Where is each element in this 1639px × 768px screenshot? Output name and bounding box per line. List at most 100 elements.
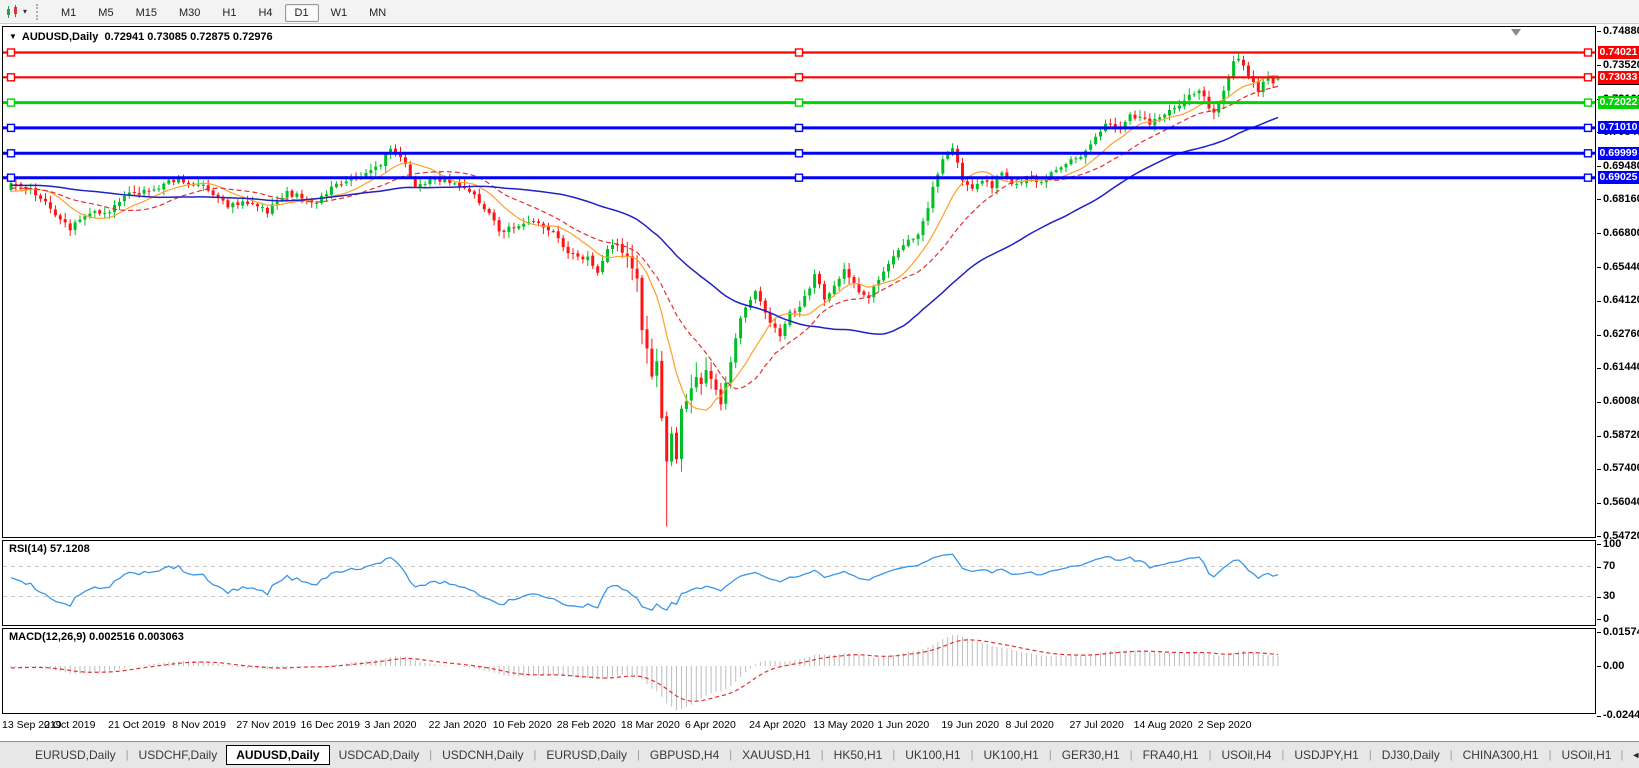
date-label: 27 Jul 2020 (1070, 719, 1124, 731)
candles (10, 52, 1280, 527)
date-label: 3 Jan 2020 (365, 719, 417, 731)
chart-tab-ger30-h1[interactable]: GER30,H1 (1053, 745, 1129, 765)
axis-tick (1597, 267, 1601, 268)
price-tick-label: 0.73520 (1603, 59, 1639, 72)
axis-tick (1597, 597, 1601, 598)
chart-tab-audusd-daily[interactable]: AUDUSD,Daily (226, 745, 329, 765)
horizontal-line[interactable] (3, 124, 1595, 131)
axis-tick (1597, 632, 1601, 633)
axis-tick (1597, 503, 1601, 504)
price-tick-label: 70 (1603, 560, 1615, 573)
date-label: 2 Oct 2019 (44, 719, 95, 731)
price-tick-label: 0.66800 (1603, 227, 1639, 240)
date-label: 16 Dec 2019 (300, 719, 360, 731)
top-toolbar: ▾ M1M5M15M30H1H4D1W1MN (0, 0, 1639, 24)
axis-tick (1597, 716, 1601, 717)
axis-tick (1597, 469, 1601, 470)
chart-ohlc-values: 0.72941 0.73085 0.72875 0.72976 (104, 31, 272, 43)
main-chart-panel (2, 26, 1596, 538)
tab-scroll-arrows: | ◄ ► (1620, 749, 1639, 761)
chart-tab-eurusd-daily[interactable]: EURUSD,Daily (537, 745, 636, 765)
date-label: 21 Oct 2019 (108, 719, 165, 731)
date-label: 6 Apr 2020 (685, 719, 736, 731)
date-label: 2 Sep 2020 (1198, 719, 1252, 731)
chart-title: ▼AUDUSD,Daily 0.72941 0.73085 0.72875 0.… (9, 31, 273, 43)
price-tick-label: 0.68160 (1603, 193, 1639, 206)
timeframe-button-m30[interactable]: M30 (169, 4, 210, 22)
date-label: 18 Mar 2020 (621, 719, 680, 731)
chart-tab-xauusd-h1[interactable]: XAUUSD,H1 (733, 745, 820, 765)
chart-tab-usdchf-daily[interactable]: USDCHF,Daily (130, 745, 227, 765)
chart-tab-dj30-daily[interactable]: DJ30,Daily (1373, 745, 1449, 765)
date-label: 19 Jun 2020 (941, 719, 999, 731)
date-label: 27 Nov 2019 (236, 719, 296, 731)
price-tick-label: 0 (1603, 613, 1609, 626)
chart-tool-button[interactable]: ▾ (2, 4, 30, 20)
hline-price-label[interactable]: 0.72022 (1598, 96, 1639, 109)
date-label: 8 Nov 2019 (172, 719, 226, 731)
chart-tab-gbpusd-h4[interactable]: GBPUSD,H4 (641, 745, 728, 765)
hline-price-label[interactable]: 0.69999 (1598, 147, 1639, 160)
rsi-panel (2, 540, 1596, 626)
horizontal-line[interactable] (3, 174, 1595, 181)
collapse-arrow-icon[interactable]: ▼ (9, 32, 17, 41)
macd-canvas[interactable] (3, 629, 1595, 713)
tab-separator: | (821, 749, 824, 761)
timeframe-button-d1[interactable]: D1 (285, 4, 319, 22)
timeframe-button-m5[interactable]: M5 (88, 4, 123, 22)
price-tick-label: 0.74880 (1603, 25, 1639, 38)
main-chart-canvas[interactable] (3, 27, 1595, 537)
hline-price-label[interactable]: 0.74021 (1598, 46, 1639, 59)
axis-tick (1597, 233, 1601, 234)
macd-panel (2, 628, 1596, 714)
chart-tab-usoil-h4[interactable]: USOil,H4 (1212, 745, 1280, 765)
timeframe-button-h4[interactable]: H4 (248, 4, 282, 22)
chart-tab-usoil-h1[interactable]: USOil,H1 (1552, 745, 1620, 765)
timeframe-button-mn[interactable]: MN (359, 4, 396, 22)
rsi-canvas[interactable] (3, 541, 1595, 625)
horizontal-line[interactable] (3, 74, 1595, 81)
chart-tab-eurusd-daily[interactable]: EURUSD,Daily (26, 745, 125, 765)
axis-tick (1597, 666, 1601, 667)
tab-scroll-left-icon[interactable]: ◄ (1631, 750, 1639, 760)
chart-shift-marker-icon[interactable] (1511, 29, 1521, 36)
toolbar-grip[interactable] (36, 4, 40, 20)
axis-tick (1597, 301, 1601, 302)
horizontal-line[interactable] (3, 49, 1595, 56)
timeframe-button-w1[interactable]: W1 (321, 4, 358, 22)
tab-separator: | (1369, 749, 1372, 761)
timeframe-buttons: M1M5M15M30H1H4D1W1MN (50, 3, 397, 21)
axis-tick (1597, 199, 1601, 200)
horizontal-line[interactable] (3, 150, 1595, 157)
tab-separator: | (1281, 749, 1284, 761)
chart-tab-fra40-h1[interactable]: FRA40,H1 (1134, 745, 1208, 765)
price-tick-label: 0.62760 (1603, 328, 1639, 341)
chart-tab-usdcnh-daily[interactable]: USDCNH,Daily (433, 745, 532, 765)
chart-tab-uk100-h1[interactable]: UK100,H1 (896, 745, 969, 765)
timeframe-button-m15[interactable]: M15 (126, 4, 167, 22)
timeframe-button-m1[interactable]: M1 (51, 4, 86, 22)
chevron-down-icon: ▾ (23, 7, 27, 16)
chart-tab-uk100-h1[interactable]: UK100,H1 (974, 745, 1047, 765)
macd-histogram (11, 635, 1278, 710)
axis-tick (1597, 368, 1601, 369)
timeframe-button-h1[interactable]: H1 (212, 4, 246, 22)
chart-tab-usdcad-daily[interactable]: USDCAD,Daily (330, 745, 429, 765)
price-tick-label: -0.024412 (1603, 709, 1639, 722)
horizontal-line[interactable] (3, 99, 1595, 106)
chart-tab-hk50-h1[interactable]: HK50,H1 (825, 745, 892, 765)
tab-separator: | (892, 749, 895, 761)
price-tick-label: 0.64120 (1603, 294, 1639, 307)
candlestick-chart-icon (5, 5, 20, 19)
hline-price-label[interactable]: 0.71010 (1598, 121, 1639, 134)
hline-price-label[interactable]: 0.73033 (1598, 71, 1639, 84)
axis-tick (1597, 619, 1601, 620)
hline-price-label[interactable]: 0.69025 (1598, 171, 1639, 184)
chart-tab-china300-h1[interactable]: CHINA300,H1 (1454, 745, 1548, 765)
tab-separator: | (971, 749, 974, 761)
tab-separator: | (1130, 749, 1133, 761)
axis-tick (1597, 65, 1601, 66)
chart-tab-usdjpy-h1[interactable]: USDJPY,H1 (1285, 745, 1367, 765)
date-label: 14 Aug 2020 (1134, 719, 1193, 731)
tab-separator: | (637, 749, 640, 761)
